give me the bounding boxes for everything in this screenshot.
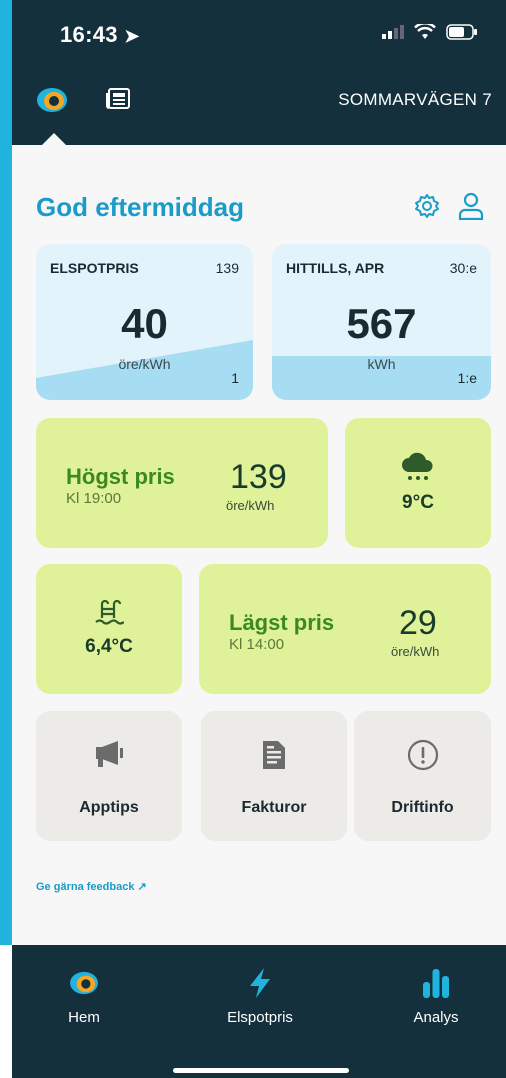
bottom-tab-bar: Hem Elspotpris Analys <box>12 945 506 1078</box>
card-value: 567 <box>346 300 417 347</box>
highest-price-title: Högst pris <box>66 464 175 489</box>
card-unit: öre/kWh <box>118 356 171 372</box>
tab-hem-label: Hem <box>68 1009 100 1026</box>
tab-elspotpris[interactable]: Elspotpris <box>190 965 330 1026</box>
card-corner-value: 1:e <box>457 370 477 386</box>
card-corner-value: 1 <box>231 370 239 386</box>
lowest-price-time: Kl 14:00 <box>229 636 285 653</box>
hittills-card[interactable]: HITTILLS, APR 30:e 567 kWh 1:e <box>272 244 491 400</box>
apptips-label: Apptips <box>79 799 139 816</box>
pool-temperature: 6,4°C <box>85 636 133 657</box>
elspotpris-card[interactable]: ELSPOTPRIS 139 40 öre/kWh 1 <box>36 244 253 400</box>
pool-icon <box>95 600 124 625</box>
address-selector[interactable]: SOMMARVÄGEN 7 <box>338 90 492 110</box>
feedback-link[interactable]: Ge gärna feedback ↗ <box>36 880 147 893</box>
top-bar: 16:43 ➤ SOMMARVÄGEN 7 <box>12 0 506 145</box>
user-icon[interactable] <box>458 192 484 220</box>
active-tab-indicator <box>42 133 66 145</box>
rain-cloud-icon <box>402 452 433 480</box>
status-time: 16:43 ➤ <box>60 22 140 47</box>
card-count: 30:e <box>449 260 477 276</box>
driftinfo-label: Driftinfo <box>391 799 454 816</box>
driftinfo-tile[interactable]: Driftinfo <box>354 711 491 841</box>
card-value: 40 <box>121 300 168 347</box>
gear-icon[interactable] <box>414 193 440 219</box>
signal-icon <box>382 25 404 39</box>
lowest-price-title: Lägst pris <box>229 610 335 635</box>
highest-price-time: Kl 19:00 <box>66 490 122 507</box>
weather-temperature: 9°C <box>402 492 434 513</box>
pool-card[interactable]: 6,4°C <box>36 564 182 694</box>
home-logo-icon <box>70 971 98 995</box>
card-count: 139 <box>215 260 239 276</box>
news-icon[interactable] <box>106 88 130 110</box>
tab-hem[interactable]: Hem <box>14 965 154 1026</box>
greeting-title: God eftermiddag <box>36 192 245 222</box>
app-screen: 16:43 ➤ SOMMARVÄGEN 7 God eftermiddag EL… <box>12 0 506 1078</box>
lowest-price-value: 29 <box>399 604 437 642</box>
highest-price-unit: öre/kWh <box>226 498 275 513</box>
megaphone-icon <box>96 741 123 767</box>
card-label: ELSPOTPRIS <box>50 260 139 276</box>
alert-circle-icon <box>407 739 438 771</box>
lowest-price-card[interactable]: Lägst pris Kl 14:00 29 öre/kWh <box>199 564 491 694</box>
home-indicator[interactable] <box>173 1068 349 1073</box>
lightning-icon <box>250 968 270 998</box>
highest-price-value: 139 <box>230 458 287 496</box>
tab-elspotpris-label: Elspotpris <box>227 1009 293 1026</box>
tab-analys-label: Analys <box>413 1009 459 1026</box>
apptips-tile[interactable]: Apptips <box>36 711 182 841</box>
blue-frame-left <box>0 0 12 945</box>
external-link-icon: ↗ <box>137 881 147 893</box>
highest-price-card[interactable]: Högst pris Kl 19:00 139 öre/kWh <box>36 418 328 548</box>
status-icons <box>382 24 478 40</box>
home-logo-icon[interactable] <box>36 86 68 114</box>
tab-analys[interactable]: Analys <box>366 965 506 1026</box>
wifi-icon <box>414 24 436 39</box>
fakturor-tile[interactable]: Fakturor <box>201 711 347 841</box>
battery-icon <box>446 24 477 40</box>
card-label: HITTILLS, APR <box>286 260 385 276</box>
fakturor-label: Fakturor <box>241 799 307 816</box>
invoice-icon <box>263 741 285 769</box>
weather-card[interactable]: 9°C <box>345 418 491 548</box>
lowest-price-unit: öre/kWh <box>391 644 440 659</box>
bar-chart-icon <box>423 969 449 998</box>
